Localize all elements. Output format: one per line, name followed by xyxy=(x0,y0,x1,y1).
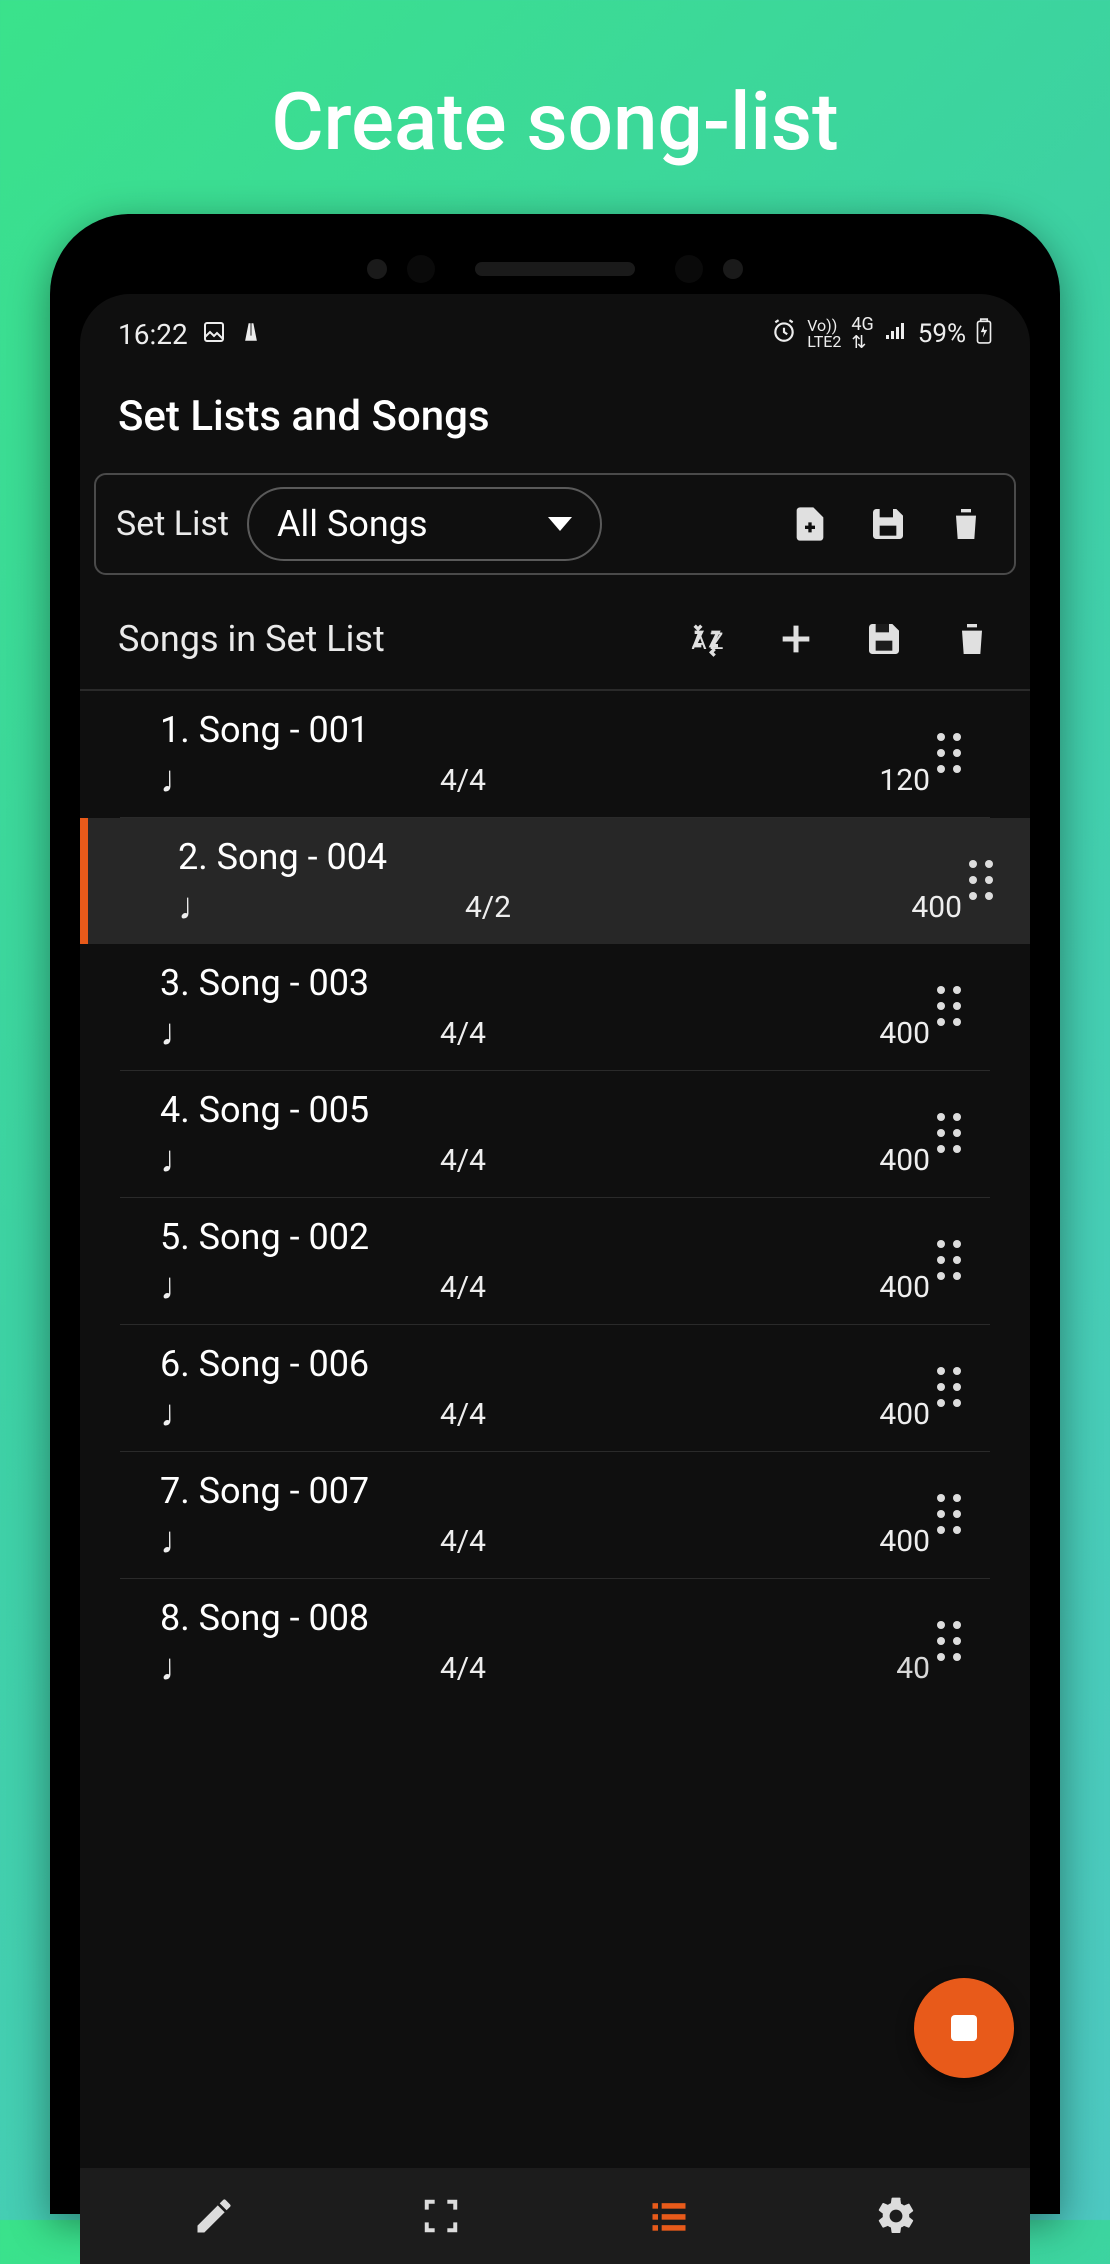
song-title: 1. Song - 001 xyxy=(160,709,930,751)
setlist-selector-box: Set List All Songs xyxy=(94,473,1016,575)
setlist-dropdown-value: All Songs xyxy=(277,503,428,545)
image-icon xyxy=(202,318,226,351)
svg-text:Z: Z xyxy=(710,627,724,655)
song-row[interactable]: 8. Song - 008 ♩ 4/4 40 xyxy=(120,1579,990,1705)
battery-icon xyxy=(976,318,992,351)
quarter-note-icon: ♩ xyxy=(160,1649,186,1687)
setlist-label: Set List xyxy=(116,504,229,544)
drag-handle-icon[interactable] xyxy=(930,1240,970,1282)
song-time-signature: 4/2 xyxy=(234,890,822,925)
quarter-note-icon: ♩ xyxy=(160,761,186,799)
song-row-main: 1. Song - 001 ♩ 4/4 120 xyxy=(160,709,930,799)
song-title: 4. Song - 005 xyxy=(160,1089,930,1131)
drag-handle-icon[interactable] xyxy=(930,1621,970,1663)
status-bar: 16:22 Vo)) LTE2 4G ⇅ xyxy=(80,294,1030,366)
song-tempo: 400 xyxy=(820,1524,930,1559)
sort-button[interactable]: AZ xyxy=(680,611,736,667)
song-row[interactable]: 5. Song - 002 ♩ 4/4 400 xyxy=(120,1198,990,1325)
quarter-note-icon: ♩ xyxy=(160,1268,186,1306)
song-row-main: 6. Song - 006 ♩ 4/4 400 xyxy=(160,1343,930,1433)
phone-frame: 16:22 Vo)) LTE2 4G ⇅ xyxy=(50,214,1060,2214)
nav-fullscreen-button[interactable] xyxy=(411,2186,471,2246)
song-title: 3. Song - 003 xyxy=(160,962,930,1004)
drag-handle-icon[interactable] xyxy=(930,1494,970,1536)
drag-handle-icon[interactable] xyxy=(962,860,1002,902)
delete-song-button[interactable] xyxy=(944,611,1000,667)
save-setlist-button[interactable] xyxy=(860,496,916,552)
alarm-icon xyxy=(771,318,797,351)
hero-title: Create song-list xyxy=(0,0,1110,214)
page-title: Set Lists and Songs xyxy=(80,366,1030,467)
song-row-main: 4. Song - 005 ♩ 4/4 400 xyxy=(160,1089,930,1179)
song-tempo: 400 xyxy=(820,1143,930,1178)
song-row[interactable]: 2. Song - 004 ♩ 4/2 400 xyxy=(80,818,1030,944)
nav-settings-button[interactable] xyxy=(866,2186,926,2246)
stop-icon xyxy=(951,2015,977,2041)
song-time-signature: 4/4 xyxy=(216,1143,790,1178)
song-row[interactable]: 1. Song - 001 ♩ 4/4 120 xyxy=(120,691,990,818)
nav-edit-button[interactable] xyxy=(184,2186,244,2246)
signal-icon xyxy=(884,319,908,350)
song-row-main: 8. Song - 008 ♩ 4/4 40 xyxy=(160,1597,930,1687)
song-tempo: 400 xyxy=(820,1016,930,1051)
song-title: 7. Song - 007 xyxy=(160,1470,930,1512)
quarter-note-icon: ♩ xyxy=(160,1014,186,1052)
drag-handle-icon[interactable] xyxy=(930,1367,970,1409)
songs-header-title: Songs in Set List xyxy=(118,618,680,660)
song-time-signature: 4/4 xyxy=(216,1397,790,1432)
song-tempo: 400 xyxy=(852,890,962,925)
save-songs-button[interactable] xyxy=(856,611,912,667)
svg-text:A: A xyxy=(691,627,706,655)
add-song-button[interactable] xyxy=(768,611,824,667)
song-title: 8. Song - 008 xyxy=(160,1597,930,1639)
chevron-down-icon xyxy=(548,517,572,531)
song-row[interactable]: 3. Song - 003 ♩ 4/4 400 xyxy=(120,944,990,1071)
songs-header: Songs in Set List AZ xyxy=(80,589,1030,691)
song-row-main: 3. Song - 003 ♩ 4/4 400 xyxy=(160,962,930,1052)
song-title: 6. Song - 006 xyxy=(160,1343,930,1385)
nav-list-button[interactable] xyxy=(639,2186,699,2246)
song-row-main: 7. Song - 007 ♩ 4/4 400 xyxy=(160,1470,930,1560)
delete-setlist-button[interactable] xyxy=(938,496,994,552)
setlist-dropdown[interactable]: All Songs xyxy=(247,487,602,561)
metronome-icon xyxy=(240,318,262,351)
song-row[interactable]: 6. Song - 006 ♩ 4/4 400 xyxy=(120,1325,990,1452)
quarter-note-icon: ♩ xyxy=(178,888,204,926)
song-tempo: 400 xyxy=(820,1270,930,1305)
song-row[interactable]: 4. Song - 005 ♩ 4/4 400 xyxy=(120,1071,990,1198)
new-setlist-button[interactable] xyxy=(782,496,838,552)
drag-handle-icon[interactable] xyxy=(930,1113,970,1155)
drag-handle-icon[interactable] xyxy=(930,986,970,1028)
song-time-signature: 4/4 xyxy=(216,1651,790,1686)
screen: 16:22 Vo)) LTE2 4G ⇅ xyxy=(80,294,1030,2264)
status-battery-text: 59% xyxy=(918,319,966,349)
phone-notch xyxy=(80,244,1030,294)
song-list[interactable]: 1. Song - 001 ♩ 4/4 120 2. Song - 004 ♩ … xyxy=(80,691,1030,2168)
song-time-signature: 4/4 xyxy=(216,763,790,798)
song-tempo: 400 xyxy=(820,1397,930,1432)
quarter-note-icon: ♩ xyxy=(160,1522,186,1560)
bottom-nav xyxy=(80,2168,1030,2264)
quarter-note-icon: ♩ xyxy=(160,1395,186,1433)
status-lte: LTE2 xyxy=(807,332,841,351)
song-title: 5. Song - 002 xyxy=(160,1216,930,1258)
data-arrows-icon: ⇅ xyxy=(851,332,866,353)
stop-fab[interactable] xyxy=(914,1978,1014,2078)
drag-handle-icon[interactable] xyxy=(930,733,970,775)
song-row[interactable]: 7. Song - 007 ♩ 4/4 400 xyxy=(120,1452,990,1579)
song-time-signature: 4/4 xyxy=(216,1524,790,1559)
song-row-main: 5. Song - 002 ♩ 4/4 400 xyxy=(160,1216,930,1306)
song-time-signature: 4/4 xyxy=(216,1016,790,1051)
status-time: 16:22 xyxy=(118,318,188,351)
song-tempo: 120 xyxy=(820,763,930,798)
quarter-note-icon: ♩ xyxy=(160,1141,186,1179)
song-time-signature: 4/4 xyxy=(216,1270,790,1305)
song-title: 2. Song - 004 xyxy=(178,836,962,878)
song-tempo: 40 xyxy=(820,1651,930,1686)
song-row-main: 2. Song - 004 ♩ 4/2 400 xyxy=(138,836,962,926)
